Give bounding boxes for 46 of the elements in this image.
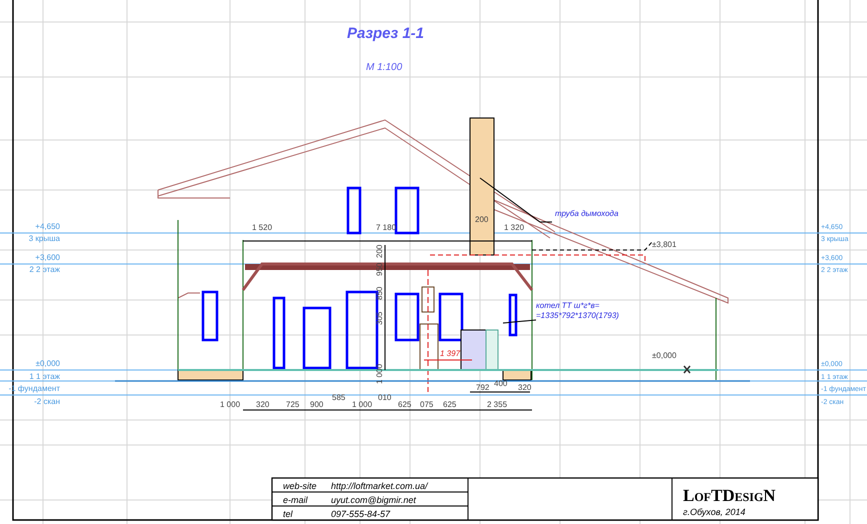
level-name: 1 1 этаж bbox=[29, 372, 60, 381]
place-date: г.Обухов, 2014 bbox=[683, 507, 746, 517]
level-mark: +3,600 bbox=[35, 253, 60, 262]
cross-icon bbox=[683, 365, 691, 374]
dimension-label: 200 bbox=[375, 244, 384, 258]
info-value: http://loftmarket.com.ua/ bbox=[331, 481, 428, 491]
level-mark: ±0,000 bbox=[36, 359, 60, 368]
dimension-label: 850 bbox=[375, 286, 384, 300]
dimension-label: 400 bbox=[494, 379, 508, 388]
dimension-label: 950 bbox=[375, 262, 384, 276]
level-name: 2 2 этаж bbox=[29, 265, 60, 274]
elevation-mark: ±0,000 bbox=[652, 351, 676, 360]
annotation-text: труба дымохода bbox=[555, 209, 618, 218]
dimension-label: 1 397 bbox=[440, 349, 460, 358]
dimension-label: 1 000 bbox=[375, 364, 384, 384]
dimension-label: 1 000 bbox=[220, 400, 240, 409]
dimension-label: 900 bbox=[310, 400, 324, 409]
info-label: web-site bbox=[283, 481, 317, 491]
drawing-title: Разрез 1-1 bbox=[347, 25, 424, 42]
level-mark: +4,650 bbox=[35, 222, 60, 231]
company-logo: LofTDesigN bbox=[683, 486, 776, 505]
dimension-label: 1 320 bbox=[504, 223, 524, 232]
dimension-label: 305 bbox=[375, 312, 384, 325]
dimension-label: 200 bbox=[475, 215, 488, 224]
level-name: 3 крыша bbox=[28, 234, 60, 243]
elevation-mark: ±3,801 bbox=[652, 240, 676, 249]
dimension-label: 075 bbox=[420, 400, 434, 409]
dimension-label: 2 355 bbox=[487, 400, 508, 409]
scale-label: М 1:100 bbox=[366, 62, 402, 73]
info-label: tel bbox=[283, 509, 293, 519]
dimension-label: 1 000 bbox=[352, 400, 372, 409]
dimension-label: 320 bbox=[256, 400, 270, 409]
level-name: -2 скан bbox=[34, 397, 60, 406]
dimension-label: 725 bbox=[286, 400, 300, 409]
dimension-label: 792 bbox=[476, 383, 490, 392]
dimension-label: 585 bbox=[332, 393, 346, 402]
dimension-label: 625 bbox=[398, 400, 412, 409]
dimension-label: 625 bbox=[443, 400, 456, 409]
dimension-label: 320 bbox=[518, 383, 532, 392]
dimension-label: 010 bbox=[378, 393, 392, 402]
info-value: uyut.com@bigmir.net bbox=[331, 495, 416, 505]
info-label: e-mail bbox=[283, 495, 308, 505]
info-value: 097-555-84-57 bbox=[331, 509, 390, 519]
annotation-text: =1335*792*1370(1793) bbox=[536, 311, 619, 320]
dimension-label: 1 520 bbox=[252, 223, 272, 232]
annotation-text: котел ТТ ш*г*в= bbox=[536, 301, 600, 310]
